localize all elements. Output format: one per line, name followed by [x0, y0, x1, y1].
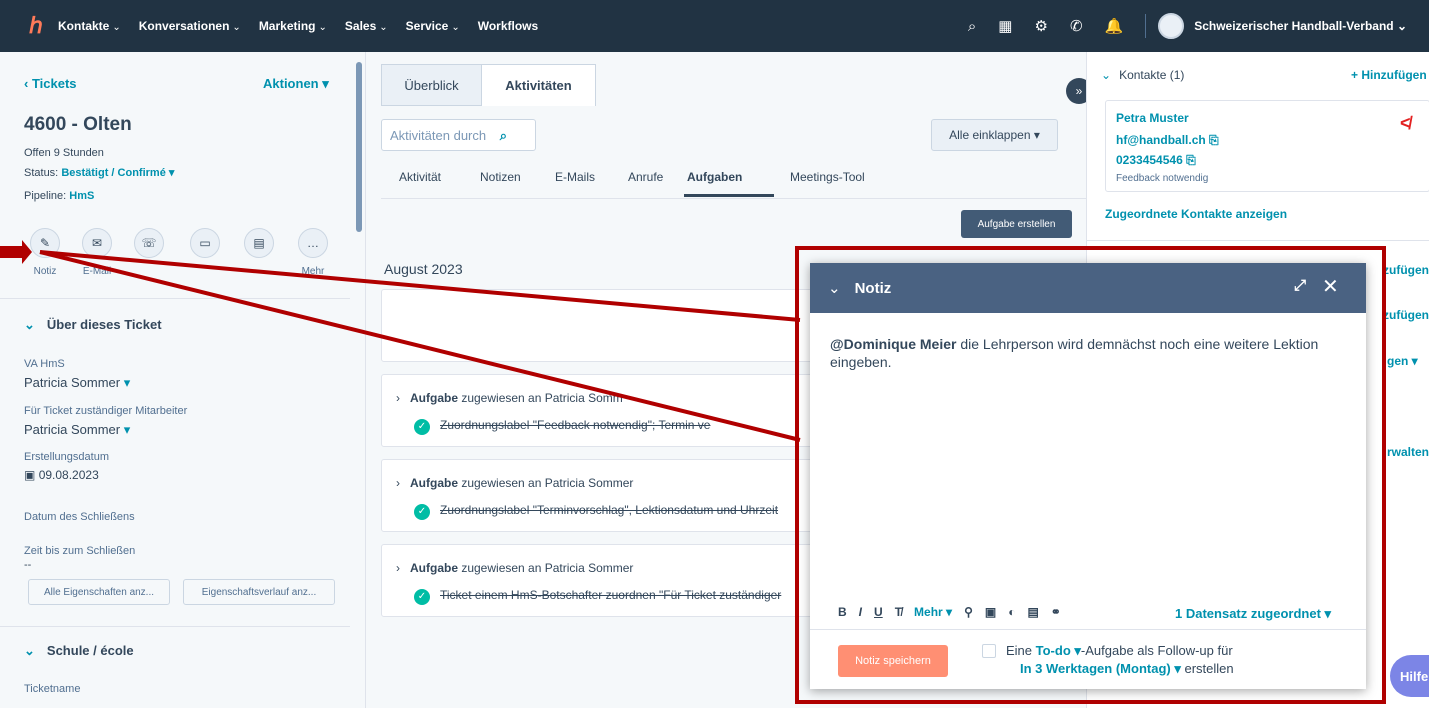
underline-button[interactable]: U	[874, 605, 883, 619]
link-icon[interactable]: ⚲	[964, 605, 973, 619]
task-type-dropdown[interactable]: To-do ▾	[1036, 643, 1081, 658]
callout-arrowhead	[0, 240, 32, 264]
italic-button[interactable]: I	[859, 605, 862, 619]
associated-records-dropdown[interactable]: 1 Datensatz zugeordnet ▾	[1175, 606, 1331, 622]
mention-tag[interactable]: @Dominique Meier	[830, 336, 956, 352]
note-editor[interactable]: @Dominique Meier die Lehrperson wird dem…	[830, 335, 1320, 371]
formatting-toolbar: B I U T̸ Mehr ▾ ⚲ ▣ ◐ ▤ ⚭	[838, 605, 1073, 619]
note-dialog-title: Notiz	[854, 279, 892, 297]
close-icon[interactable]: ✕	[1322, 274, 1339, 299]
callout-line-upper	[39, 250, 801, 322]
clear-format-icon[interactable]: T̸	[895, 605, 902, 619]
collapse-chevron-icon[interactable]: ⌄	[828, 279, 841, 297]
more-formatting-dropdown[interactable]: Mehr ▾	[914, 605, 952, 619]
followup-checkbox[interactable]	[982, 644, 996, 658]
bold-button[interactable]: B	[838, 605, 847, 619]
callout-line-lower	[39, 250, 801, 442]
followup-when: In 3 Werktagen (Montag) ▾ erstellen	[1020, 661, 1234, 676]
template-icon[interactable]: ▤	[1027, 605, 1038, 619]
image-icon[interactable]: ▣	[985, 605, 996, 619]
note-dialog-header: ⌄ Notiz ⤢ ✕	[810, 263, 1366, 313]
save-note-button[interactable]: Notiz speichern	[838, 645, 948, 677]
followup-text: Eine To-do ▾-Aufgabe als Follow-up für	[1006, 643, 1233, 658]
help-button[interactable]: Hilfe	[1390, 655, 1429, 697]
video-icon[interactable]: ◐	[1008, 605, 1015, 619]
note-dialog: ⌄ Notiz ⤢ ✕ @Dominique Meier die Lehrper…	[810, 263, 1366, 689]
attachment-icon[interactable]: ⚭	[1051, 605, 1061, 619]
followup-date-dropdown[interactable]: In 3 Werktagen (Montag) ▾	[1020, 661, 1181, 676]
divider	[810, 629, 1366, 630]
expand-icon[interactable]: ⤢	[1294, 277, 1306, 294]
